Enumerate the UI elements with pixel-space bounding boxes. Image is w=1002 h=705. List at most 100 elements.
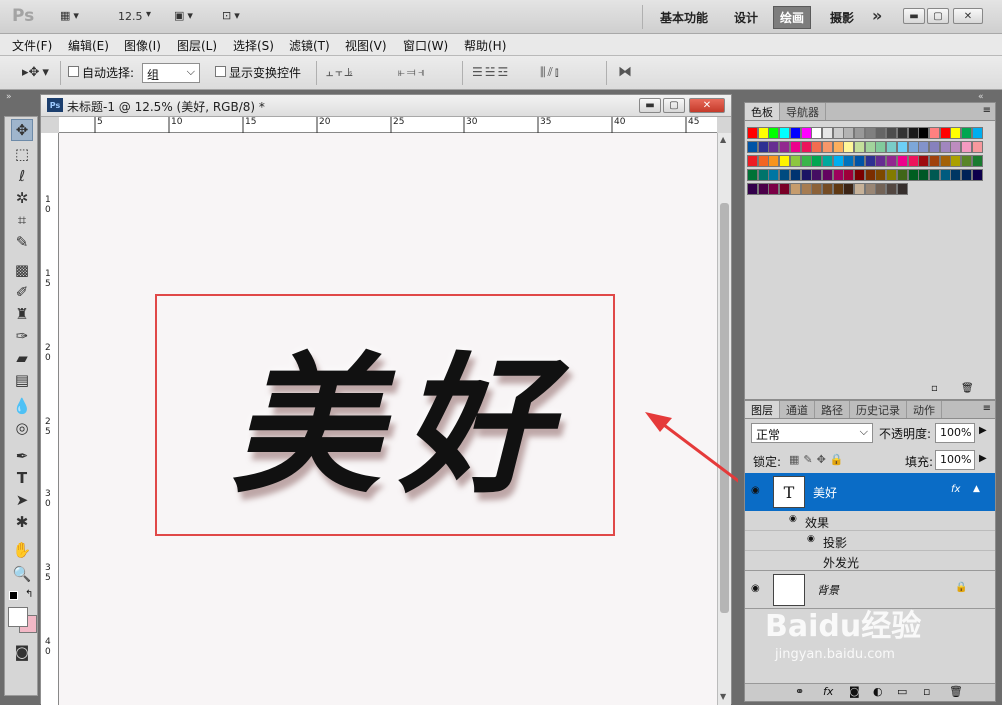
opacity-slider-icon[interactable]: ▶ <box>979 425 987 436</box>
color-swatch[interactable] <box>789 155 801 167</box>
color-swatch[interactable] <box>875 169 887 181</box>
color-swatch[interactable] <box>779 141 791 153</box>
color-swatch[interactable] <box>939 141 951 153</box>
color-swatch[interactable] <box>747 169 758 181</box>
menu-help[interactable]: 帮助(H) <box>464 37 506 54</box>
layer-row-text[interactable]: ◉ T 美好 fx ▲ <box>745 473 995 511</box>
tab-history[interactable]: 历史记录 <box>850 401 907 418</box>
tab-layers[interactable]: 图层 <box>745 401 780 418</box>
pen-tool-icon[interactable]: ✒ <box>11 445 33 467</box>
minimize-button[interactable]: ▬ <box>903 8 925 24</box>
screen-mode-button[interactable]: ⊡ ▾ <box>222 9 240 22</box>
menu-file[interactable]: 文件(F) <box>12 37 52 54</box>
effect-row-drop-shadow[interactable]: ◉ 投影 <box>745 531 995 551</box>
color-swatch[interactable] <box>864 183 876 195</box>
document-tab[interactable]: Ps 未标题-1 @ 12.5% (美好, RGB/8) * ▬ ▢ ✕ <box>41 95 731 117</box>
color-swatch[interactable] <box>928 155 940 167</box>
color-swatch[interactable] <box>886 183 898 195</box>
color-swatch[interactable] <box>768 141 780 153</box>
crop-tool-icon[interactable]: ⌗ <box>11 209 33 231</box>
color-swatch[interactable] <box>747 141 758 153</box>
trash-icon[interactable]: 🗑 <box>949 685 963 698</box>
color-swatch[interactable] <box>928 127 940 139</box>
color-swatch[interactable] <box>832 183 844 195</box>
trash-icon[interactable]: 🗑 <box>961 383 974 394</box>
color-swatch[interactable] <box>821 141 833 153</box>
new-layer-icon[interactable]: ▫ <box>923 685 930 698</box>
color-swatch[interactable] <box>875 141 887 153</box>
color-swatch[interactable] <box>918 127 930 139</box>
color-swatch[interactable] <box>961 155 972 167</box>
color-swatch[interactable] <box>757 127 769 139</box>
color-swatch[interactable] <box>875 155 887 167</box>
color-swatch[interactable] <box>779 183 791 195</box>
canvas-text-layer[interactable]: 美好 <box>189 303 609 523</box>
zoom-tool-icon[interactable]: 🔍 <box>11 563 33 585</box>
color-swatch[interactable] <box>896 127 908 139</box>
scrollbar-thumb[interactable] <box>720 203 729 613</box>
new-group-icon[interactable]: ▭ <box>897 685 907 698</box>
color-swatch[interactable] <box>854 141 865 153</box>
color-swatch[interactable] <box>918 155 930 167</box>
color-swatch[interactable] <box>821 127 833 139</box>
color-swatch[interactable] <box>854 155 865 167</box>
color-swatch[interactable] <box>854 183 865 195</box>
gradient-tool-icon[interactable]: ▤ <box>11 369 33 391</box>
default-colors-icon[interactable] <box>9 591 18 600</box>
color-swatch[interactable] <box>811 127 823 139</box>
color-swatch[interactable] <box>843 127 855 139</box>
panel-menu-icon[interactable]: ≡ <box>983 105 991 116</box>
auto-select-checkbox[interactable] <box>68 66 79 77</box>
tab-navigator[interactable]: 导航器 <box>780 103 826 120</box>
hand-tool-icon[interactable]: ✋ <box>11 539 33 561</box>
menu-layer[interactable]: 图层(L) <box>177 37 217 54</box>
color-swatch[interactable] <box>811 155 823 167</box>
path-select-tool-icon[interactable]: ➤ <box>11 489 33 511</box>
color-swatch[interactable] <box>918 169 930 181</box>
swap-colors-icon[interactable]: ↰ <box>25 589 33 600</box>
color-swatch[interactable] <box>811 141 823 153</box>
color-swatch[interactable] <box>854 127 865 139</box>
scroll-down-icon[interactable]: ▼ <box>720 692 726 701</box>
tab-channels[interactable]: 通道 <box>780 401 815 418</box>
layer-name[interactable]: 美好 <box>813 484 837 501</box>
mask-icon[interactable]: ◙ <box>849 685 860 698</box>
color-swatch[interactable] <box>907 169 919 181</box>
color-swatch[interactable] <box>950 127 962 139</box>
eye-icon[interactable]: ◉ <box>807 534 815 544</box>
opacity-input[interactable]: 100% <box>935 423 975 443</box>
color-swatch[interactable] <box>832 127 844 139</box>
expand-effects-icon[interactable]: ▲ <box>973 484 980 494</box>
show-transform-checkbox[interactable] <box>215 66 226 77</box>
zoom-dropdown-icon[interactable]: ▾ <box>146 9 151 20</box>
color-swatch[interactable] <box>843 155 855 167</box>
color-swatch[interactable] <box>864 127 876 139</box>
collapse-icon[interactable]: « <box>978 92 984 102</box>
color-swatch[interactable] <box>896 155 908 167</box>
color-swatch[interactable] <box>928 169 940 181</box>
color-swatch[interactable] <box>864 141 876 153</box>
color-swatch[interactable] <box>971 141 983 153</box>
fill-input[interactable]: 100% <box>935 450 975 470</box>
color-swatch[interactable] <box>832 169 844 181</box>
color-swatch[interactable] <box>950 155 962 167</box>
doc-maximize-button[interactable]: ▢ <box>663 98 685 113</box>
color-swatch[interactable] <box>811 169 823 181</box>
layer-name[interactable]: 背景 <box>817 582 839 598</box>
eye-icon[interactable]: ◉ <box>751 583 760 594</box>
eyedropper-tool-icon[interactable]: ✎ <box>11 231 33 253</box>
collapse-icon[interactable]: » <box>6 92 12 102</box>
color-swatch[interactable] <box>768 127 780 139</box>
color-swatch[interactable] <box>918 141 930 153</box>
color-swatch[interactable] <box>939 127 951 139</box>
color-swatch[interactable] <box>875 127 887 139</box>
color-swatch[interactable] <box>896 141 908 153</box>
color-swatch[interactable] <box>886 127 898 139</box>
color-swatch[interactable] <box>864 155 876 167</box>
color-swatch[interactable] <box>961 141 972 153</box>
tab-swatches[interactable]: 色板 <box>745 103 780 120</box>
new-swatch-icon[interactable]: ▫ <box>931 383 938 394</box>
close-button[interactable]: ✕ <box>953 8 983 24</box>
dodge-tool-icon[interactable]: ◎ <box>11 417 33 439</box>
scroll-up-icon[interactable]: ▲ <box>720 135 726 144</box>
